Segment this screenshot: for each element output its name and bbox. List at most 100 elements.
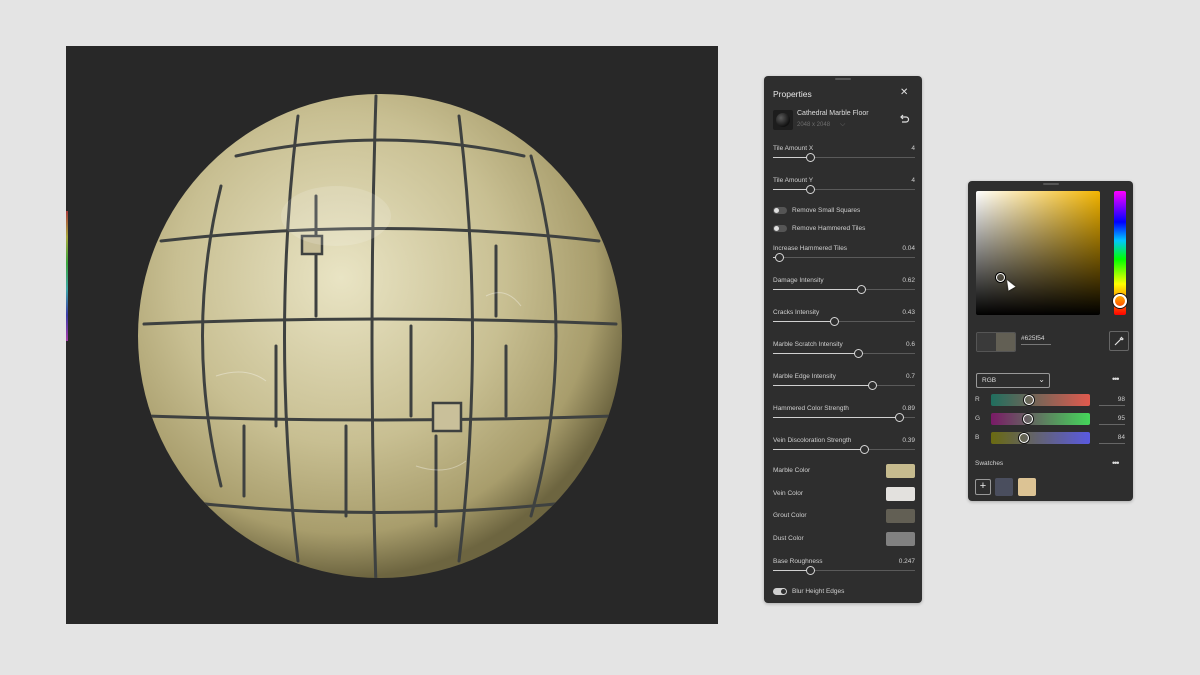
slider-thumb[interactable] xyxy=(868,381,878,390)
slider-label: Tile Amount X xyxy=(773,145,814,152)
previous-color xyxy=(977,333,996,351)
slider-track[interactable] xyxy=(773,153,915,162)
toggle-switch[interactable] xyxy=(773,207,787,214)
panel-title: Properties xyxy=(773,89,812,99)
slider-value: 0.6 xyxy=(905,341,915,348)
color-row-marble: Marble Color xyxy=(773,464,915,478)
slider-value: 0.89 xyxy=(902,405,915,412)
slider-track[interactable] xyxy=(773,253,915,262)
panel-drag-handle[interactable] xyxy=(1042,183,1059,185)
swatches-title: Swatches xyxy=(975,460,1004,467)
channel-value[interactable]: 98 xyxy=(1099,396,1125,406)
channel-thumb[interactable] xyxy=(1018,433,1029,443)
slider-label: Damage Intensity xyxy=(773,277,824,284)
slider-value: 0.7 xyxy=(905,373,915,380)
channel-slider[interactable] xyxy=(991,413,1090,425)
color-chip[interactable] xyxy=(886,509,915,523)
slider-thumb[interactable] xyxy=(830,317,840,326)
color-label: Grout Color xyxy=(773,512,807,519)
swatch-item[interactable] xyxy=(995,478,1013,496)
slider-track[interactable] xyxy=(773,349,915,358)
slider-track[interactable] xyxy=(773,285,915,294)
color-chip[interactable] xyxy=(886,487,915,501)
channel-thumb[interactable] xyxy=(1022,414,1033,424)
channel-thumb[interactable] xyxy=(1024,395,1035,405)
slider-label: Increase Hammered Tiles xyxy=(773,245,848,252)
slider-label: Cracks Intensity xyxy=(773,309,820,316)
mouse-pointer-icon xyxy=(1003,278,1016,291)
hue-slider[interactable] xyxy=(1113,191,1127,315)
slider-thumb[interactable] xyxy=(895,413,905,422)
close-icon[interactable]: ✕ xyxy=(900,87,908,98)
slider-value: 0.04 xyxy=(902,245,915,252)
slider-label: Hammered Color Strength xyxy=(773,405,849,412)
channel-slider[interactable] xyxy=(991,432,1090,444)
more-options-icon[interactable]: ••• xyxy=(1112,458,1120,468)
hex-input[interactable]: #625f54 xyxy=(1021,335,1051,345)
toggle-switch[interactable] xyxy=(773,225,787,232)
channel-label: R xyxy=(975,396,980,403)
saturation-value-field[interactable] xyxy=(976,191,1100,315)
color-mode-select[interactable]: RGB ⌄ xyxy=(976,373,1050,388)
current-color xyxy=(996,333,1015,351)
slider-value: 0.39 xyxy=(902,437,915,444)
slider-thumb[interactable] xyxy=(805,185,815,194)
channel-label: G xyxy=(975,415,981,422)
swatch-item[interactable] xyxy=(1018,478,1036,496)
slider-thumb[interactable] xyxy=(857,285,867,294)
slider-track[interactable] xyxy=(773,381,915,390)
channel-value[interactable]: 95 xyxy=(1099,415,1125,425)
color-row-grout: Grout Color xyxy=(773,509,915,523)
color-mode-value: RGB xyxy=(982,377,997,384)
slider-label: Base Roughness xyxy=(773,558,823,565)
color-label: Vein Color xyxy=(773,490,803,497)
channel-b: B 84 xyxy=(975,432,1127,444)
slider-track[interactable] xyxy=(773,185,915,194)
hue-thumb[interactable] xyxy=(1113,294,1127,309)
more-options-icon[interactable]: ••• xyxy=(1112,374,1120,384)
channel-r: R 98 xyxy=(975,394,1127,406)
material-preview-sphere[interactable] xyxy=(66,46,718,624)
add-swatch-button[interactable]: + xyxy=(975,479,991,495)
toggle-label: Remove Small Squares xyxy=(792,207,861,214)
chevron-down-icon: ⌄ xyxy=(1038,375,1045,384)
slider-value: 4 xyxy=(911,177,915,184)
slider-value: 0.43 xyxy=(902,309,915,316)
slider-label: Tile Amount Y xyxy=(773,177,814,184)
panel-drag-handle[interactable] xyxy=(835,78,851,80)
slider-track[interactable] xyxy=(773,317,915,326)
slider-thumb[interactable] xyxy=(774,253,784,262)
material-thumbnail xyxy=(773,110,793,130)
channel-g: G 95 xyxy=(975,413,1127,425)
slider-track[interactable] xyxy=(773,566,915,575)
color-label: Dust Color xyxy=(773,535,804,542)
eyedropper-icon[interactable] xyxy=(1109,331,1129,351)
color-row-dust: Dust Color xyxy=(773,532,915,546)
color-chip[interactable] xyxy=(886,532,915,546)
slider-track[interactable] xyxy=(773,413,915,422)
material-name: Cathedral Marble Floor xyxy=(797,110,869,117)
reset-icon[interactable] xyxy=(898,113,910,125)
slider-thumb[interactable] xyxy=(854,349,864,358)
toggle-label: Blur Height Edges xyxy=(792,588,845,595)
color-picker-panel: #625f54 RGB ⌄ ••• R 98 G 95 B 84 Swatche… xyxy=(968,181,1133,501)
slider-value: 0.62 xyxy=(902,277,915,284)
slider-value: 0.247 xyxy=(898,558,915,565)
toggle-label: Remove Hammered Tiles xyxy=(792,225,866,232)
color-chip[interactable] xyxy=(886,464,915,478)
slider-thumb[interactable] xyxy=(859,445,869,454)
viewport-3d[interactable] xyxy=(66,46,718,624)
channel-slider[interactable] xyxy=(991,394,1090,406)
channel-label: B xyxy=(975,434,980,441)
channel-value[interactable]: 84 xyxy=(1099,434,1125,444)
chevron-down-icon[interactable]: ⌵ xyxy=(840,121,845,129)
color-label: Marble Color xyxy=(773,467,811,474)
slider-label: Vein Discoloration Strength xyxy=(773,437,852,444)
slider-track[interactable] xyxy=(773,445,915,454)
slider-thumb[interactable] xyxy=(805,566,815,575)
slider-label: Marble Edge Intensity xyxy=(773,373,836,380)
color-compare-swatch xyxy=(976,332,1016,352)
material-resolution[interactable]: 2048 x 2048 xyxy=(797,122,830,128)
toggle-switch[interactable] xyxy=(773,588,787,595)
slider-thumb[interactable] xyxy=(805,153,815,162)
